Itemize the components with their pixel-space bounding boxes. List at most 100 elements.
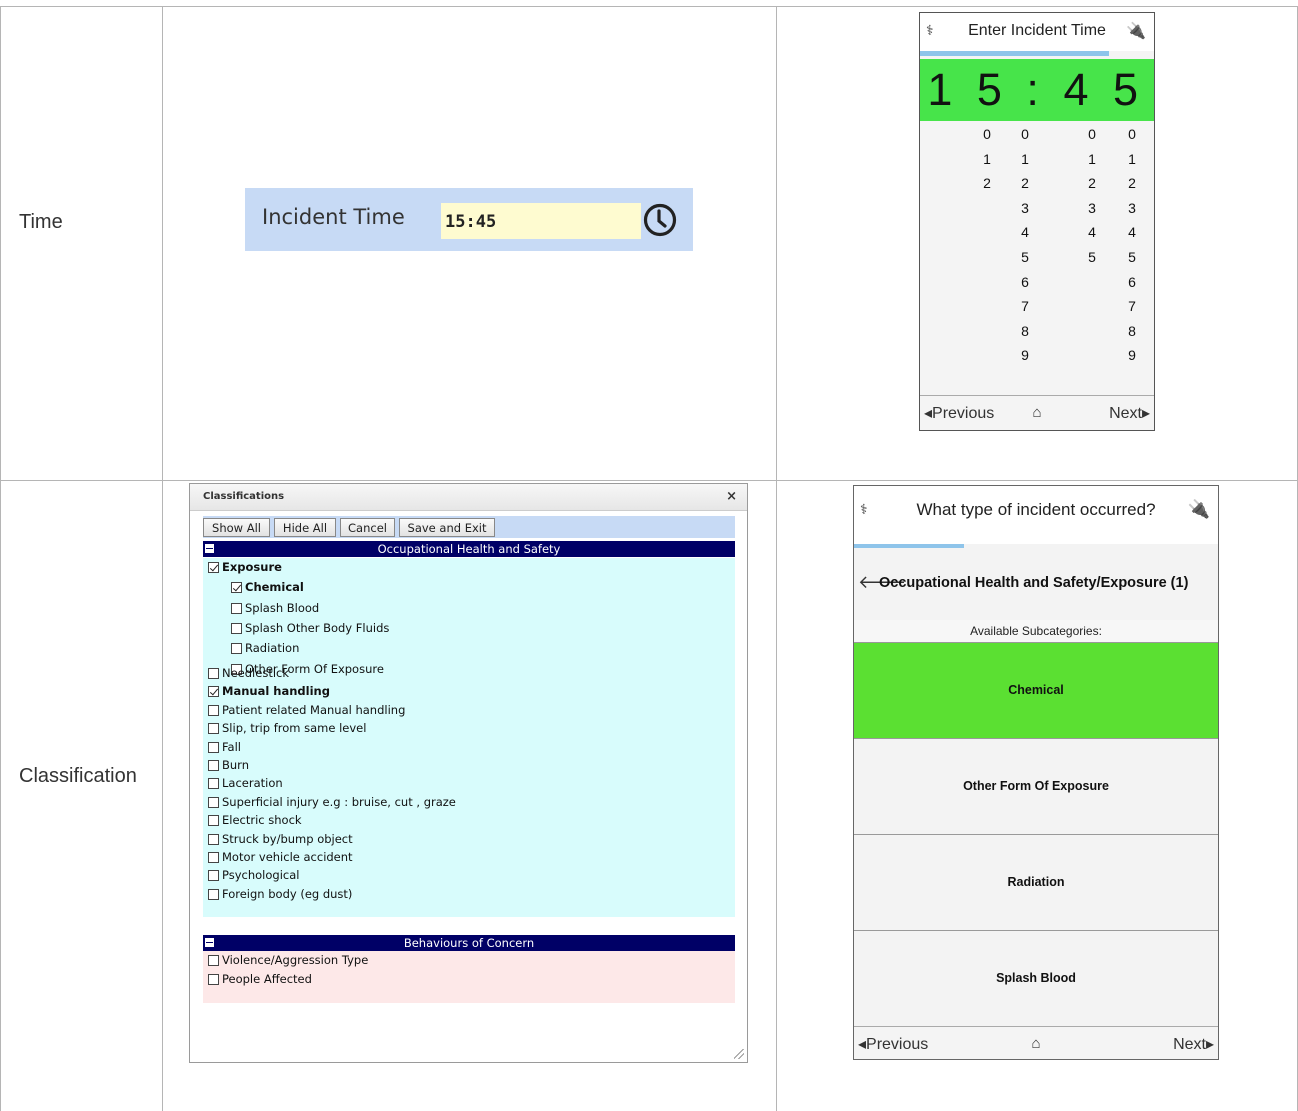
digit-option[interactable]: 6	[1122, 270, 1142, 295]
section-header-boc[interactable]: Behaviours of Concern	[203, 935, 735, 951]
digit-option[interactable]: 4	[1015, 220, 1035, 245]
digit-option[interactable]: 2	[977, 171, 997, 196]
breadcrumb[interactable]: 🡐 Occupational Health and Safety/Exposur…	[854, 548, 1218, 621]
digit-option[interactable]: 0	[1015, 122, 1035, 147]
digit-option[interactable]: 8	[1015, 319, 1035, 344]
next-button[interactable]: Next▸	[1109, 403, 1150, 423]
digit-option[interactable]: 0	[977, 122, 997, 147]
checkbox[interactable]	[231, 582, 242, 594]
digit-option[interactable]: 6	[1015, 270, 1035, 295]
digit-option[interactable]: 7	[1015, 294, 1035, 319]
digit-option[interactable]: 4	[1082, 220, 1102, 245]
checklist-item[interactable]: Chemical	[231, 580, 304, 594]
digit-option[interactable]: 3	[1082, 196, 1102, 221]
digit-option[interactable]: 5	[1122, 245, 1142, 270]
digit-option[interactable]: 2	[1015, 171, 1035, 196]
digit-option[interactable]: 9	[1015, 343, 1035, 368]
checklist-item[interactable]: Electric shock	[208, 813, 302, 827]
digit-option[interactable]: 0	[1122, 122, 1142, 147]
digit-option[interactable]: 3	[1015, 196, 1035, 221]
checklist-item-label: Patient related Manual handling	[222, 702, 406, 717]
checkbox[interactable]	[208, 778, 219, 790]
grid-line	[162, 6, 163, 1111]
checkbox[interactable]	[208, 723, 219, 735]
digit-option[interactable]: 9	[1122, 343, 1142, 368]
checklist-item-label: Burn	[222, 758, 249, 772]
cancel-button[interactable]: Cancel	[340, 518, 395, 537]
digit-option[interactable]: 4	[1122, 220, 1142, 245]
digit-option[interactable]: 5	[1082, 245, 1102, 270]
checklist-item[interactable]: Superficial injury e.g : bruise, cut , g…	[208, 795, 456, 809]
close-icon[interactable]: ×	[726, 489, 737, 504]
checkbox[interactable]	[208, 973, 219, 985]
digit-option[interactable]: 0	[1082, 122, 1102, 147]
subcategory-option[interactable]: Splash Blood	[854, 931, 1218, 1027]
checklist-item[interactable]: Struck by/bump object	[208, 832, 353, 846]
checkbox[interactable]	[208, 562, 219, 573]
checklist-item[interactable]: Radiation	[231, 641, 299, 655]
checkbox[interactable]	[208, 796, 219, 808]
checklist-item-label: Violence/Aggression Type	[222, 953, 369, 967]
checkbox[interactable]	[231, 622, 242, 634]
digit-option[interactable]: 2	[1082, 171, 1102, 196]
clock-icon[interactable]	[642, 202, 678, 238]
checklist-item[interactable]: Slip, trip from same level	[208, 721, 366, 735]
checkbox[interactable]	[208, 686, 219, 698]
digit-column-minutes-tens[interactable]: 012345	[1082, 122, 1102, 270]
checkbox[interactable]	[208, 852, 219, 863]
checkbox[interactable]	[208, 760, 219, 771]
digit-option[interactable]: 7	[1122, 294, 1142, 319]
checklist-item[interactable]: Splash Blood	[231, 601, 319, 615]
checklist-item[interactable]: Manual handling	[208, 684, 330, 698]
checklist-item[interactable]: Needlestick	[208, 666, 289, 680]
plug-icon[interactable]: 🔌	[1126, 21, 1146, 41]
collapse-icon[interactable]	[205, 938, 214, 947]
plug-icon[interactable]: 🔌	[1188, 499, 1210, 520]
checklist-item[interactable]: Burn	[208, 758, 249, 772]
checkbox[interactable]	[208, 955, 219, 966]
checkbox[interactable]	[208, 833, 219, 845]
checklist-item[interactable]: Exposure	[208, 560, 282, 574]
section-header-ohs[interactable]: Occupational Health and Safety	[203, 541, 735, 557]
resize-grip-icon[interactable]	[734, 1049, 744, 1059]
digit-column-minutes-units[interactable]: 0123456789	[1122, 122, 1142, 368]
digit-column-hours-units[interactable]: 0123456789	[1015, 122, 1035, 368]
checkbox[interactable]	[208, 704, 219, 716]
home-icon[interactable]: ⌂	[854, 1035, 1218, 1052]
checkbox[interactable]	[231, 602, 242, 614]
checklist-item[interactable]: Laceration	[208, 776, 283, 790]
subcategory-option[interactable]: Chemical	[854, 643, 1218, 739]
checklist-item-label: Radiation	[245, 641, 300, 656]
checklist-item[interactable]: People Affected	[208, 972, 312, 986]
save-and-exit-button[interactable]: Save and Exit	[399, 518, 495, 537]
digit-option[interactable]: 1	[977, 147, 997, 172]
checkbox[interactable]	[208, 870, 219, 882]
incident-time-input[interactable]: 15:45	[441, 203, 641, 239]
digit-option[interactable]: 1	[1082, 147, 1102, 172]
digit-option[interactable]: 5	[1015, 245, 1035, 270]
checklist-item[interactable]: Motor vehicle accident	[208, 850, 353, 864]
checklist-item[interactable]: Violence/Aggression Type	[208, 953, 368, 967]
checklist-item[interactable]: Splash Other Body Fluids	[231, 621, 389, 635]
checklist-item[interactable]: Patient related Manual handling	[208, 703, 405, 717]
checkbox[interactable]	[208, 815, 219, 827]
checkbox[interactable]	[208, 668, 219, 679]
subcategory-option[interactable]: Other Form Of Exposure	[854, 739, 1218, 835]
collapse-icon[interactable]	[205, 544, 214, 553]
checklist-item[interactable]: Psychological	[208, 868, 299, 882]
digit-option[interactable]: 8	[1122, 319, 1142, 344]
hide-all-button[interactable]: Hide All	[274, 518, 336, 537]
digit-option[interactable]: 1	[1122, 147, 1142, 172]
checklist-item[interactable]: Fall	[208, 740, 241, 754]
digit-option[interactable]: 1	[1015, 147, 1035, 172]
digit-option[interactable]: 2	[1122, 171, 1142, 196]
checkbox[interactable]	[231, 643, 242, 655]
checkbox[interactable]	[208, 888, 219, 900]
checklist-item[interactable]: Foreign body (eg dust)	[208, 887, 352, 901]
show-all-button[interactable]: Show All	[203, 518, 270, 537]
next-button[interactable]: Next▸	[1173, 1034, 1214, 1054]
digit-column-hours-tens[interactable]: 012	[977, 122, 997, 196]
subcategory-option[interactable]: Radiation	[854, 835, 1218, 931]
digit-option[interactable]: 3	[1122, 196, 1142, 221]
checkbox[interactable]	[208, 741, 219, 753]
